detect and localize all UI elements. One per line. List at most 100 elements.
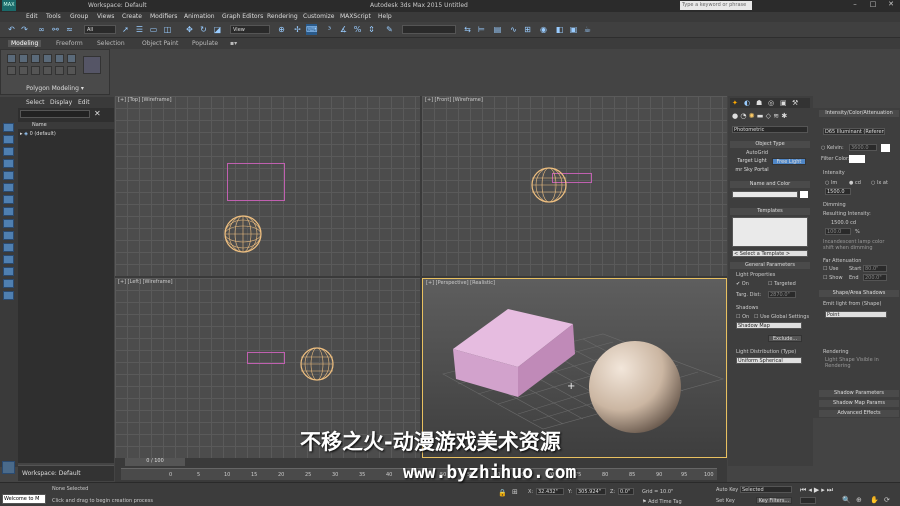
filter-icon[interactable] — [3, 183, 14, 192]
rollout-name-color[interactable]: Name and Color — [730, 181, 810, 188]
menu-graph-editors[interactable]: Graph Editors — [222, 13, 263, 20]
end-field[interactable]: 200.0" — [863, 274, 887, 281]
rollout-shadow-map-params[interactable]: Shadow Map Params — [819, 400, 899, 407]
sphere-wireframe[interactable] — [223, 214, 263, 254]
kelvin-field[interactable]: 3600.0 — [849, 144, 877, 151]
shape-dropdown[interactable]: Point — [825, 311, 887, 318]
schematic-icon[interactable]: ⊞ — [522, 24, 533, 35]
autogrid-checkbox[interactable]: AutoGrid — [746, 150, 768, 156]
filter-icon[interactable] — [3, 207, 14, 216]
undo-icon[interactable]: ↶ — [6, 24, 17, 35]
light-shape-visible-checkbox[interactable]: Light Shape Visible in Rendering — [825, 357, 891, 369]
select-object-icon[interactable]: ➚ — [120, 24, 131, 35]
rollout-object-type[interactable]: Object Type — [730, 141, 810, 148]
rollout-templates[interactable]: Templates — [730, 208, 810, 215]
use-global-checkbox[interactable]: ☐ Use Global Settings — [754, 314, 809, 320]
sphere-wireframe[interactable] — [299, 346, 335, 382]
viewport-label[interactable]: [+] [Top] [Wireframe] — [118, 97, 172, 103]
tab-object-paint[interactable]: Object Paint — [142, 40, 178, 47]
color-swatch[interactable] — [800, 191, 808, 198]
ribbon-tool-icon[interactable] — [7, 54, 16, 63]
sky-portal-button[interactable]: mr Sky Portal — [734, 167, 770, 174]
rollout-shadow-parameters[interactable]: Shadow Parameters — [819, 390, 899, 397]
snap-icon[interactable]: ³ — [324, 24, 335, 35]
zoom-icon[interactable]: 🔍 — [842, 496, 851, 504]
rollout-general-parameters[interactable]: General Parameters — [730, 262, 810, 269]
shadow-type-dropdown[interactable]: Shadow Map — [736, 322, 802, 329]
distribution-dropdown[interactable]: Uniform Spherical — [736, 357, 802, 364]
menu-views[interactable]: Views — [97, 13, 114, 20]
ribbon-tool-icon[interactable] — [43, 66, 52, 75]
ribbon-tool-icon[interactable] — [67, 66, 76, 75]
filter-icon[interactable] — [3, 279, 14, 288]
go-end-icon[interactable]: ⏭ — [827, 486, 835, 494]
percent-snap-icon[interactable]: % — [352, 24, 363, 35]
tab-populate[interactable]: Populate — [192, 40, 218, 47]
targeted-checkbox[interactable]: ☐ Targeted — [768, 281, 796, 287]
z-coord-field[interactable]: 0.0" — [618, 488, 634, 495]
rollout-intensity-color[interactable]: Intensity/Color/Attenuation — [819, 110, 899, 117]
viewport-top[interactable]: [+] [Top] [Wireframe] — [115, 96, 420, 276]
free-light-button[interactable]: Free Light — [772, 158, 806, 165]
auto-key-button[interactable]: Auto Key — [716, 487, 738, 493]
menu-maxscript[interactable]: MAXScript — [340, 13, 371, 20]
viewport-front[interactable]: [+] [Front] [Wireframe] — [422, 96, 727, 276]
tab-display[interactable]: Display — [50, 99, 72, 106]
ref-coord-dropdown[interactable]: View — [230, 25, 270, 34]
key-filters-button[interactable]: Key Filters... — [756, 497, 792, 504]
viewport-layout-icon[interactable] — [2, 461, 15, 474]
menu-tools[interactable]: Tools — [46, 13, 61, 20]
select-by-name-icon[interactable]: ☰ — [134, 24, 145, 35]
rendered-frame-icon[interactable]: ▣ — [568, 24, 579, 35]
workspace-footer-label[interactable]: Workspace: Default — [22, 470, 81, 477]
render-setup-icon[interactable]: ◧ — [554, 24, 565, 35]
key-set-dropdown[interactable]: Selected — [740, 486, 792, 493]
name-field[interactable] — [732, 191, 798, 198]
align-icon[interactable]: ⊨ — [476, 24, 487, 35]
rotate-icon[interactable]: ↻ — [198, 24, 209, 35]
menu-animation[interactable]: Animation — [184, 13, 215, 20]
utilities-tab-icon[interactable]: ⚒ — [792, 99, 798, 107]
ribbon-large-tool-icon[interactable] — [83, 56, 101, 74]
orbit-icon[interactable]: ⟳ — [884, 496, 890, 504]
add-time-tag[interactable]: ⚑ Add Time Tag — [642, 499, 682, 505]
y-coord-field[interactable]: 305.924" — [576, 488, 606, 495]
spacewarps-icon[interactable]: ≋ — [773, 112, 779, 120]
ribbon-tool-icon[interactable] — [67, 54, 76, 63]
lights-icon[interactable]: ✺ — [749, 112, 755, 120]
target-light-button[interactable]: Target Light — [734, 158, 770, 165]
menu-rendering[interactable]: Rendering — [267, 13, 298, 20]
scale-icon[interactable]: ◪ — [212, 24, 223, 35]
move-icon[interactable]: ✥ — [184, 24, 195, 35]
search-input[interactable]: Type a keyword or phrase — [680, 1, 752, 10]
maxscript-listener[interactable]: Welcome to M — [2, 494, 46, 504]
menu-modifiers[interactable]: Modifiers — [150, 13, 177, 20]
rect-selection-icon[interactable]: ▭ — [148, 24, 159, 35]
sphere-wireframe[interactable] — [530, 166, 568, 204]
lock-selection-icon[interactable]: 🔒 — [498, 489, 507, 497]
shapes-icon[interactable]: ◔ — [740, 112, 746, 120]
spinner-snap-icon[interactable]: ⇕ — [366, 24, 377, 35]
filter-icon[interactable] — [3, 147, 14, 156]
bind-spacewarp-icon[interactable]: ≈ — [64, 24, 75, 35]
shadows-on-checkbox[interactable]: ☐ On — [736, 314, 749, 320]
mirror-icon[interactable]: ⇆ — [462, 24, 473, 35]
selection-filter-dropdown[interactable]: All — [84, 25, 116, 34]
dimming-percent-field[interactable]: 100.0 — [825, 228, 851, 235]
cameras-icon[interactable]: ▬ — [757, 112, 764, 120]
create-tab-icon[interactable]: ✦ — [732, 99, 738, 107]
layer-explorer-icon[interactable]: ▤ — [492, 24, 503, 35]
templates-list[interactable] — [732, 217, 808, 247]
use-checkbox[interactable]: ☐ Use — [823, 266, 838, 272]
close-icon[interactable]: ✕ — [882, 0, 900, 11]
angle-snap-icon[interactable]: ∡ — [338, 24, 349, 35]
filter-icon[interactable] — [3, 267, 14, 276]
workspace-selector[interactable]: Workspace: Default — [88, 2, 147, 9]
filter-icon[interactable] — [3, 291, 14, 300]
template-dropdown[interactable]: < Select a Template > — [732, 250, 808, 257]
menu-create[interactable]: Create — [122, 13, 142, 20]
helpers-icon[interactable]: ◇ — [766, 112, 771, 120]
modify-tab-icon[interactable]: ◐ — [744, 99, 750, 107]
ribbon-tool-icon[interactable] — [31, 66, 40, 75]
systems-icon[interactable]: ✱ — [781, 112, 787, 120]
